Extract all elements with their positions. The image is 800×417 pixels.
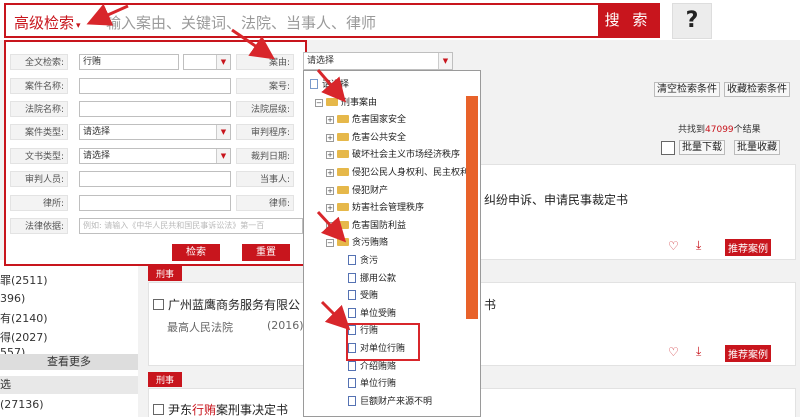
annotation-arrows bbox=[86, 3, 351, 331]
arrow-to-cause bbox=[231, 28, 275, 60]
arrow-to-advanced bbox=[86, 3, 129, 26]
page-root: 清空检索条件 收藏检索条件 共找到47099个结果 批量下载 批量收藏 纠纷申诉… bbox=[0, 0, 800, 417]
arrow-to-criminal bbox=[316, 69, 346, 103]
arrow-to-bribery bbox=[316, 210, 347, 243]
arrow-to-offering-bribe bbox=[320, 300, 351, 331]
